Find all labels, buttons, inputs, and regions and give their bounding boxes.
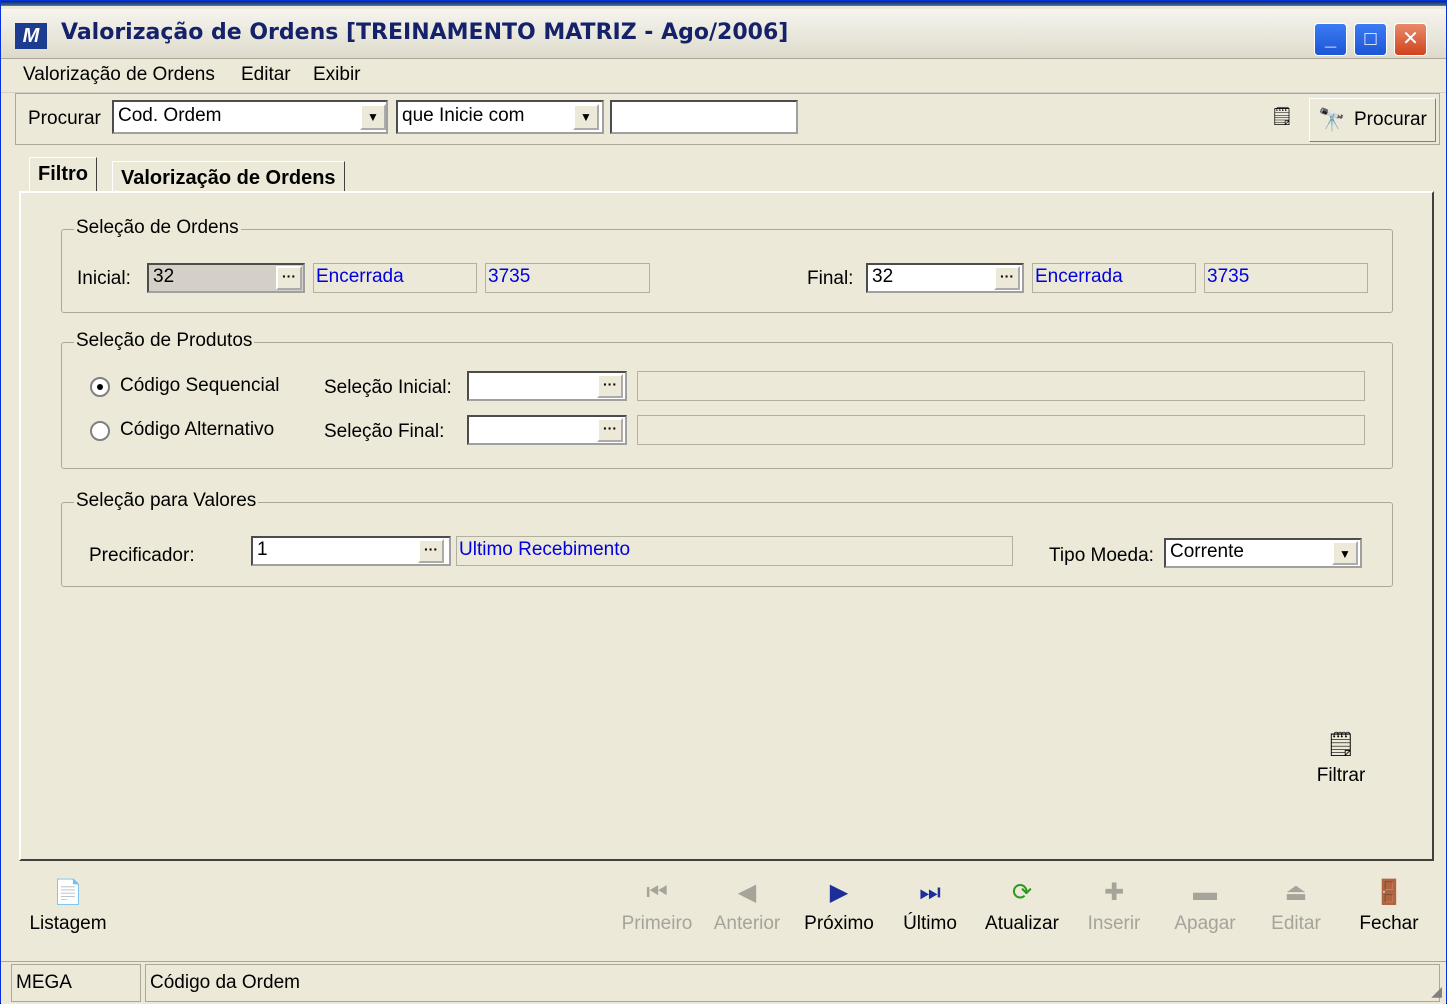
ordem-inicial-status: Encerrada <box>313 263 477 293</box>
search-field-dropdown-icon[interactable]: ▼ <box>360 104 386 130</box>
search-operator-value: que Inicie com <box>402 105 525 126</box>
selecao-inicial-lookup-button[interactable]: ··· <box>597 374 623 398</box>
proximo-label: Próximo <box>804 913 874 934</box>
group-ordens: Seleção de Ordens Inicial: 32 ··· Encerr… <box>61 217 1393 313</box>
window-title: Valorização de Ordens [TREINAMENTO MATRI… <box>61 20 789 45</box>
maximize-button[interactable]: □ <box>1354 23 1387 56</box>
atualizar-button[interactable]: ⟳ Atualizar <box>979 877 1065 935</box>
apagar-button[interactable]: ▬ Apagar <box>1167 877 1243 935</box>
fechar-button[interactable]: 🚪 Fechar <box>1351 877 1427 935</box>
apagar-label: Apagar <box>1174 913 1236 934</box>
fechar-label: Fechar <box>1359 913 1419 934</box>
next-record-icon: ▶ <box>829 879 849 906</box>
group-ordens-title: Seleção de Ordens <box>74 217 241 239</box>
search-label: Procurar <box>28 108 101 129</box>
search-field-value: Cod. Ordem <box>118 105 222 126</box>
search-button-label: Procurar <box>1354 109 1427 130</box>
inserir-button[interactable]: ✚ Inserir <box>1081 877 1147 935</box>
precificador-label: Precificador: <box>89 545 195 566</box>
atualizar-label: Atualizar <box>985 913 1059 934</box>
radio-codigo-alternativo-label[interactable]: Código Alternativo <box>120 419 274 441</box>
filtrar-button[interactable]: 🗒 Filtrar <box>1309 729 1373 787</box>
eject-icon: ⏏ <box>1284 879 1308 906</box>
title-bar-body[interactable]: M Valorização de Ordens [TREINAMENTO MAT… <box>1 9 1446 59</box>
ordem-final-lookup-button[interactable]: ··· <box>994 266 1020 290</box>
radio-codigo-alternativo[interactable] <box>90 421 110 441</box>
primeiro-button[interactable]: ⏮ Primeiro <box>619 877 695 935</box>
search-button[interactable]: 🔭 Procurar <box>1309 98 1436 142</box>
selecao-final-lookup-button[interactable]: ··· <box>597 418 623 442</box>
editar-label: Editar <box>1271 913 1321 934</box>
minus-icon: ▬ <box>1193 879 1217 906</box>
resize-grip-icon[interactable]: ◢ <box>1431 983 1442 1000</box>
group-produtos-title: Seleção de Produtos <box>74 330 255 352</box>
search-operator-dropdown-icon[interactable]: ▼ <box>573 104 599 130</box>
group-valores-title: Seleção para Valores <box>74 490 259 512</box>
filtrar-label: Filtrar <box>1316 765 1366 786</box>
status-company: MEGA <box>11 964 141 1002</box>
search-field-select[interactable]: Cod. Ordem <box>112 100 388 134</box>
precificador-desc: Ultimo Recebimento <box>456 536 1013 566</box>
ordem-inicial-lookup-button[interactable]: ··· <box>276 266 302 290</box>
ultimo-label: Último <box>903 913 957 934</box>
ordem-inicial-number: 3735 <box>485 263 650 293</box>
plus-icon: ✚ <box>1103 879 1125 906</box>
status-bar: MEGA Código da Ordem ◢ <box>1 961 1446 1004</box>
tab-filtro[interactable]: Filtro <box>29 157 97 191</box>
ordem-inicial-label: Inicial: <box>77 268 131 289</box>
previous-record-icon: ◀ <box>737 879 757 906</box>
ordem-final-number: 3735 <box>1204 263 1368 293</box>
exit-door-icon: 🚪 <box>1374 879 1404 906</box>
selecao-inicial-label: Seleção Inicial: <box>324 377 452 398</box>
tipo-moeda-label: Tipo Moeda: <box>1049 545 1154 566</box>
selecao-inicial-desc <box>637 371 1365 401</box>
listagem-label: Listagem <box>29 913 107 934</box>
inserir-label: Inserir <box>1087 913 1141 934</box>
first-record-icon: ⏮ <box>646 879 668 906</box>
ordem-final-label: Final: <box>807 268 854 289</box>
binoculars-icon: 🔭 <box>1318 107 1346 132</box>
search-text-input[interactable] <box>610 100 798 134</box>
menu-valorizacao[interactable]: Valorização de Ordens <box>23 64 215 86</box>
app-window: M Valorização de Ordens [TREINAMENTO MAT… <box>0 0 1447 1004</box>
selecao-final-label: Seleção Final: <box>324 421 445 442</box>
minimize-button[interactable]: _ <box>1314 23 1347 56</box>
radio-codigo-sequencial[interactable] <box>90 377 110 397</box>
refresh-icon: ⟳ <box>1011 879 1033 906</box>
primeiro-label: Primeiro <box>621 913 693 934</box>
listagem-button[interactable]: 📄 Listagem <box>25 877 111 935</box>
last-record-icon: ⏭ <box>919 879 941 906</box>
close-button[interactable]: ✕ <box>1394 23 1427 56</box>
tab-valorizacao[interactable]: Valorização de Ordens <box>112 161 345 191</box>
group-produtos: Seleção de Produtos Código Sequencial Có… <box>61 330 1393 469</box>
status-hint: Código da Ordem <box>145 964 1440 1002</box>
radio-codigo-sequencial-label[interactable]: Código Sequencial <box>120 375 280 397</box>
tipo-moeda-dropdown-icon[interactable]: ▼ <box>1332 541 1358 565</box>
ultimo-button[interactable]: ⏭ Último <box>895 877 965 935</box>
menu-exibir[interactable]: Exibir <box>313 64 361 86</box>
selecao-final-desc <box>637 415 1365 445</box>
editar-button[interactable]: ⏏ Editar <box>1263 877 1329 935</box>
menu-editar[interactable]: Editar <box>241 64 291 86</box>
ordem-final-status: Encerrada <box>1032 263 1196 293</box>
app-logo-icon[interactable]: M <box>15 23 47 49</box>
precificador-lookup-button[interactable]: ··· <box>418 539 444 563</box>
anterior-button[interactable]: ◀ Anterior <box>709 877 785 935</box>
anterior-label: Anterior <box>713 913 781 934</box>
proximo-button[interactable]: ▶ Próximo <box>801 877 877 935</box>
filter-panel: Seleção de Ordens Inicial: 32 ··· Encerr… <box>19 191 1434 861</box>
filter-icon[interactable]: 🗒 <box>1268 106 1296 130</box>
menu-bar: Valorização de Ordens Editar Exibir <box>1 59 1446 93</box>
search-toolbar: Procurar Cod. Ordem ▼ que Inicie com ▼ 🗒… <box>15 93 1440 145</box>
title-bar: M Valorização de Ordens [TREINAMENTO MAT… <box>1 1 1446 59</box>
filter-icon: 🗒 <box>1325 731 1357 758</box>
report-icon: 📄 <box>53 879 83 906</box>
group-valores: Seleção para Valores Precificador: 1 ···… <box>61 490 1393 587</box>
